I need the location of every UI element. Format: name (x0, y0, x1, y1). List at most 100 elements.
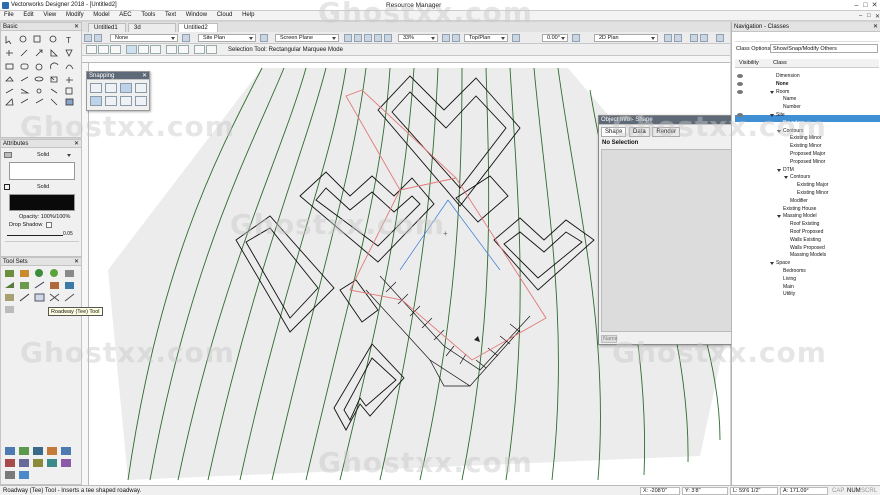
menu-cloud[interactable]: Cloud (213, 11, 237, 19)
length-field[interactable]: L: 59'6 1/2" (730, 487, 778, 495)
class-item[interactable]: Number (783, 104, 801, 111)
menu-window[interactable]: Window (182, 11, 211, 19)
class-item[interactable]: Dimension (776, 73, 800, 80)
mode-button-2[interactable] (98, 45, 109, 54)
render-select[interactable]: 2D Plan (594, 34, 658, 42)
menu-model[interactable]: Model (89, 11, 113, 19)
tool-sets-close-icon[interactable]: ✕ (74, 258, 79, 266)
menu-modify[interactable]: Modify (62, 11, 88, 19)
class-item[interactable]: None (776, 81, 789, 88)
plane-select[interactable]: Screen Plane (275, 34, 339, 42)
class-item[interactable]: Modifier (790, 198, 808, 205)
snap-object-button[interactable] (105, 83, 117, 93)
class-item[interactable]: Existing House (783, 206, 816, 213)
zoom-select[interactable]: 33% (398, 34, 438, 42)
class-item[interactable]: Space (776, 260, 790, 267)
tab-data[interactable]: Data (629, 127, 650, 137)
expand-triangle-icon[interactable] (777, 215, 781, 219)
layer-select[interactable]: Site Plan (198, 34, 256, 42)
angle-readout[interactable]: A: 171.09° (780, 487, 828, 495)
fill-swatch[interactable] (9, 162, 75, 180)
plane-icon[interactable] (260, 34, 268, 42)
class-item[interactable]: Existing Minor (797, 190, 828, 197)
doc-close-button[interactable]: ✕ (871, 12, 880, 21)
class-options-select[interactable]: Show/Snap/Modify Others (770, 44, 878, 53)
tab-3d-model[interactable]: 3d model.vwx (128, 23, 176, 40)
saved-views-icon[interactable] (700, 34, 708, 42)
visibility-eye-icon[interactable] (737, 89, 743, 94)
projection-icon[interactable] (664, 34, 672, 42)
navigation-close-icon[interactable]: ✕ (873, 22, 878, 32)
tab-shape[interactable]: Shape (601, 127, 627, 137)
flyover-icon[interactable] (442, 34, 450, 42)
expand-triangle-icon[interactable] (770, 90, 774, 94)
mode-button-7[interactable] (166, 45, 177, 54)
class-select[interactable]: None (110, 34, 178, 42)
menu-help[interactable]: Help (238, 11, 258, 19)
y-coordinate[interactable]: Y: 3'8" (682, 487, 728, 495)
pan-icon[interactable] (384, 34, 392, 42)
palette-close-icon[interactable]: ✕ (74, 23, 79, 31)
attributes-close-icon[interactable]: ✕ (74, 140, 79, 148)
lighting-icon[interactable] (674, 34, 682, 42)
snap-grid-button[interactable] (90, 83, 102, 93)
settings-icon[interactable] (716, 34, 724, 42)
render-icon[interactable] (572, 34, 580, 42)
pen-swatch[interactable] (9, 194, 75, 211)
lasso-mode-button[interactable] (150, 45, 161, 54)
mode-button-8[interactable] (178, 45, 189, 54)
expand-triangle-icon[interactable] (777, 129, 781, 133)
visibility-column-header[interactable]: Visibility (739, 60, 759, 66)
class-item[interactable]: Main (783, 284, 794, 291)
rotate-icon[interactable] (512, 34, 520, 42)
bottom-tool-sets-grid[interactable] (3, 445, 79, 483)
class-item[interactable]: Room (776, 89, 789, 96)
zoom-in-icon[interactable] (344, 34, 352, 42)
snap-intersection-button[interactable] (120, 83, 132, 93)
maximize-button[interactable]: □ (861, 1, 870, 10)
menu-aec[interactable]: AEC (115, 11, 135, 19)
class-item[interactable]: Contours (790, 174, 810, 181)
class-item[interactable]: Proposed Minor (790, 159, 825, 166)
class-icon[interactable] (84, 34, 92, 42)
class-item[interactable]: Boundary (783, 120, 804, 127)
class-item[interactable]: Site (776, 112, 785, 119)
class-item[interactable]: Contours (783, 128, 803, 135)
sketch-icon[interactable] (690, 34, 698, 42)
x-coordinate[interactable]: X: -208'0" (640, 487, 680, 495)
mode-button-1[interactable] (86, 45, 97, 54)
menu-file[interactable]: File (0, 11, 18, 19)
menu-text[interactable]: Text (161, 11, 180, 19)
mode-button-3[interactable] (110, 45, 121, 54)
class-item[interactable]: Proposed Major (790, 151, 825, 158)
layer-icon[interactable] (94, 34, 102, 42)
mode-button-9[interactable] (194, 45, 205, 54)
fill-style-select[interactable]: Solid (37, 152, 49, 158)
class-item[interactable]: Roof Existing (790, 221, 819, 228)
class-item[interactable]: DTM (783, 167, 794, 174)
view-select[interactable]: Top/Plan (464, 34, 508, 42)
class-column-header[interactable]: Class (773, 60, 787, 66)
class-item[interactable]: Existing Major (797, 182, 828, 189)
marker-row[interactable] (5, 241, 79, 249)
menu-view[interactable]: View (39, 11, 60, 19)
snap-smart-edge-button[interactable] (120, 96, 132, 106)
class-item[interactable]: Name (783, 96, 796, 103)
expand-triangle-icon[interactable] (777, 168, 781, 172)
class-item[interactable]: Existing Minor (790, 143, 821, 150)
zoom-page-icon[interactable] (374, 34, 382, 42)
drop-shadow-checkbox[interactable] (46, 222, 52, 228)
class-item[interactable]: Living (783, 276, 796, 283)
tab-untitled1[interactable]: Untitled1 (88, 23, 126, 32)
view-icon[interactable] (452, 34, 460, 42)
pen-style-select[interactable]: Solid (37, 184, 49, 190)
close-button[interactable]: ✕ (870, 1, 879, 10)
expand-triangle-icon[interactable] (770, 114, 774, 117)
class-item[interactable]: Massing Model (783, 213, 817, 220)
snapping-close-icon[interactable]: ✕ (142, 72, 147, 80)
expand-triangle-icon[interactable] (770, 262, 774, 266)
class-item[interactable]: Walls Proposed (790, 245, 825, 252)
class-item[interactable]: Existing Minor (790, 135, 821, 142)
class-item[interactable]: Bedrooms (783, 268, 806, 275)
name-field[interactable]: Name (601, 335, 618, 343)
